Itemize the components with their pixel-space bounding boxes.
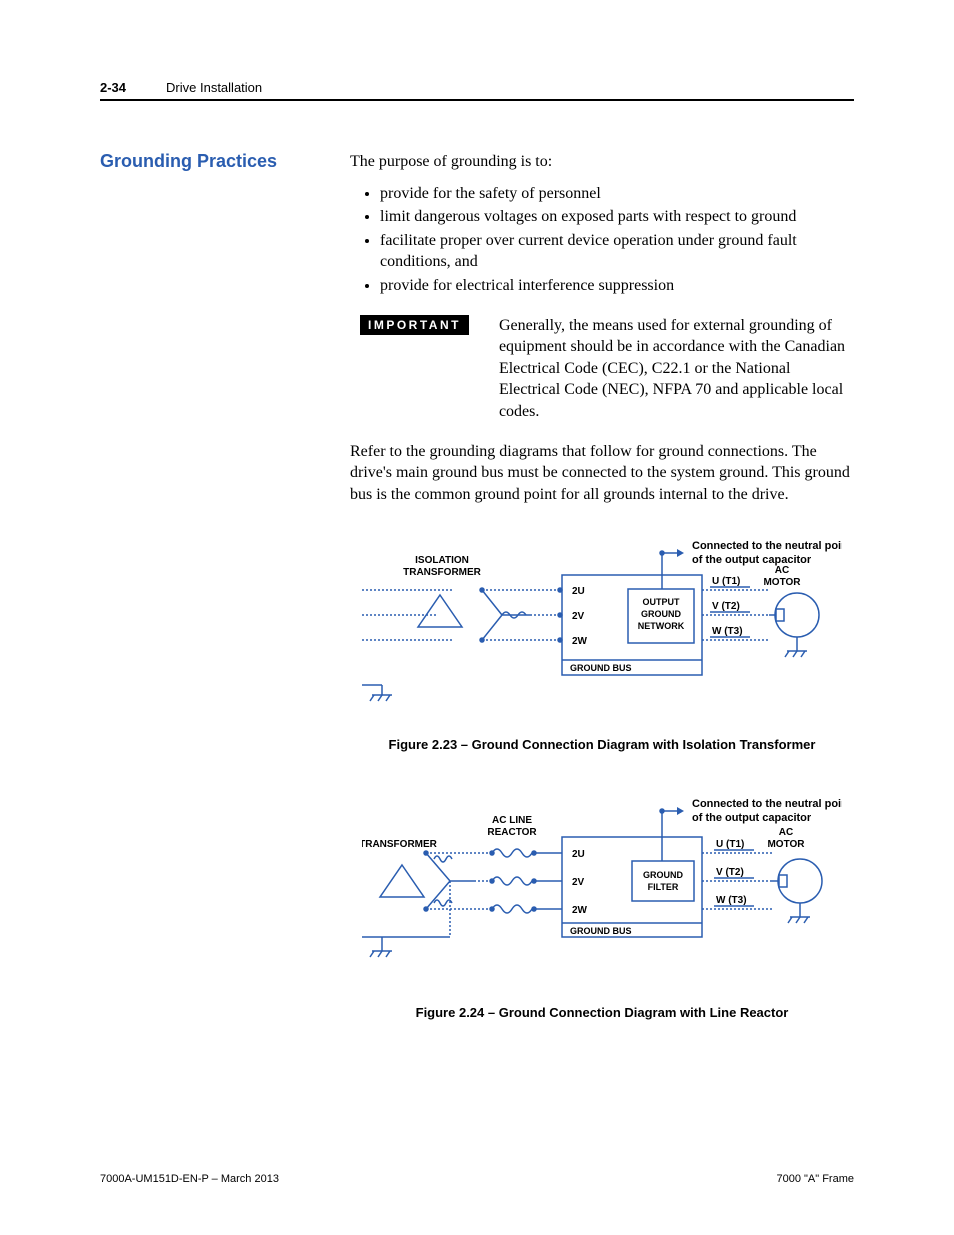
page: 2-34 Drive Installation Grounding Practi… xyxy=(0,0,954,1235)
svg-text:of the output capacitor: of the output capacitor xyxy=(692,812,812,824)
svg-text:W (T3): W (T3) xyxy=(712,626,743,637)
content-columns: Grounding Practices The purpose of groun… xyxy=(100,151,854,1022)
svg-text:AC: AC xyxy=(775,565,789,576)
svg-text:TRANSFORMER: TRANSFORMER xyxy=(403,567,482,578)
page-number: 2-34 xyxy=(100,80,126,95)
svg-text:GROUND: GROUND xyxy=(643,870,683,880)
svg-text:Connected to the neutral point: Connected to the neutral point xyxy=(692,798,842,810)
svg-text:ISOLATION: ISOLATION xyxy=(415,555,469,566)
svg-text:2U: 2U xyxy=(572,849,585,860)
svg-text:AC LINE: AC LINE xyxy=(492,815,532,826)
svg-text:GROUND: GROUND xyxy=(641,609,681,619)
list-item: provide for electrical interference supp… xyxy=(380,275,854,297)
svg-text:2U: 2U xyxy=(572,586,585,597)
body-column: The purpose of grounding is to: provide … xyxy=(350,151,854,1022)
running-header: 2-34 Drive Installation xyxy=(100,80,854,101)
intro-text: The purpose of grounding is to: xyxy=(350,151,854,173)
paragraph: Refer to the grounding diagrams that fol… xyxy=(350,441,854,506)
important-callout: IMPORTANT Generally, the means used for … xyxy=(360,315,854,423)
svg-text:MOTOR: MOTOR xyxy=(767,839,805,850)
svg-text:2V: 2V xyxy=(572,611,585,622)
svg-text:W (T3): W (T3) xyxy=(716,895,747,906)
svg-text:FILTER: FILTER xyxy=(648,882,679,892)
important-text: Generally, the means used for external g… xyxy=(499,315,854,423)
important-badge: IMPORTANT xyxy=(360,315,469,335)
svg-text:V (T2): V (T2) xyxy=(716,867,744,878)
svg-text:GROUND BUS: GROUND BUS xyxy=(570,663,632,673)
svg-text:V (T2): V (T2) xyxy=(712,601,740,612)
svg-text:Connected to the neutral point: Connected to the neutral point xyxy=(692,540,842,552)
svg-text:2W: 2W xyxy=(572,636,588,647)
figure-2-23: ISOLATION TRANSFORMER Connected to the n… xyxy=(362,535,842,722)
svg-text:OUTPUT: OUTPUT xyxy=(643,597,681,607)
section-heading: Grounding Practices xyxy=(100,151,350,172)
svg-text:of the output capacitor: of the output capacitor xyxy=(692,554,812,566)
list-item: facilitate proper over current device op… xyxy=(380,230,854,273)
side-column: Grounding Practices xyxy=(100,151,350,1022)
svg-text:U (T1): U (T1) xyxy=(712,576,740,587)
page-footer: 7000A-UM151D-EN-P – March 2013 7000 "A" … xyxy=(100,1173,854,1185)
figure-caption: Figure 2.23 – Ground Connection Diagram … xyxy=(350,736,854,754)
svg-text:REACTOR: REACTOR xyxy=(487,827,537,838)
list-item: limit dangerous voltages on exposed part… xyxy=(380,206,854,228)
svg-text:AC: AC xyxy=(779,827,793,838)
svg-text:2W: 2W xyxy=(572,905,588,916)
chapter-title: Drive Installation xyxy=(166,80,262,95)
svg-text:MOTOR: MOTOR xyxy=(763,577,801,588)
footer-left: 7000A-UM151D-EN-P – March 2013 xyxy=(100,1173,279,1185)
svg-text:U (T1): U (T1) xyxy=(716,839,744,850)
svg-text:2V: 2V xyxy=(572,877,585,888)
svg-text:GROUND BUS: GROUND BUS xyxy=(570,926,632,936)
footer-right: 7000 "A" Frame xyxy=(776,1173,854,1185)
figure-caption: Figure 2.24 – Ground Connection Diagram … xyxy=(350,1004,854,1022)
bullet-list: provide for the safety of personnel limi… xyxy=(350,183,854,297)
svg-text:TRANSFORMER: TRANSFORMER xyxy=(362,839,438,850)
list-item: provide for the safety of personnel xyxy=(380,183,854,205)
figure-2-24: TRANSFORMER AC LINE REACTOR Connected to… xyxy=(362,793,842,990)
svg-text:NETWORK: NETWORK xyxy=(638,621,685,631)
